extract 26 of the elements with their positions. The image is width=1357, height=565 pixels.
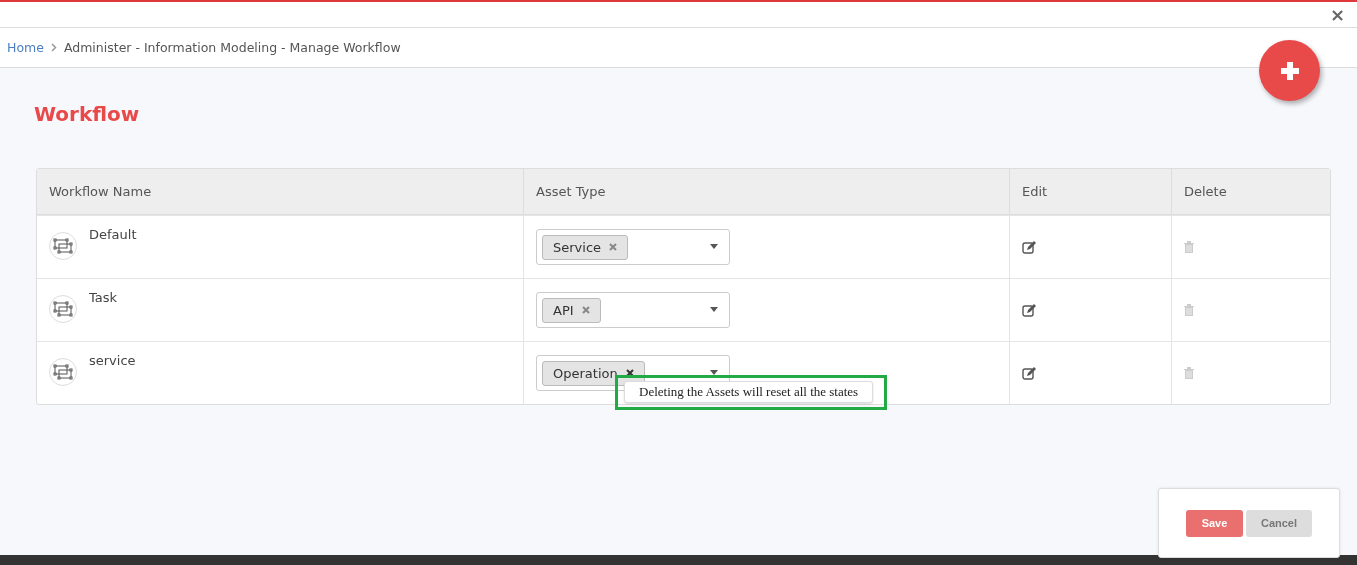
asset-tag: Operation (542, 360, 645, 386)
page-title: Workflow (34, 102, 141, 126)
tooltip: Deleting the Assets will reset all the states (624, 381, 874, 403)
chevron-icon (50, 43, 57, 52)
asset-tag: Service (542, 234, 629, 260)
asset-type-select[interactable]: Service (536, 229, 730, 265)
column-header: Asset Type (523, 169, 1009, 214)
asset-tag: API (542, 297, 601, 323)
breadcrumb-path: Administer - Information Modeling - Manage Workflow (63, 40, 401, 55)
column-header: Delete (1171, 169, 1330, 214)
home-link[interactable]: Home (7, 40, 44, 55)
workflow-name: service (89, 353, 136, 368)
edit-icon[interactable] (1022, 303, 1036, 317)
column-header: Workflow Name (48, 183, 153, 201)
caret-icon (710, 307, 718, 312)
edit-icon[interactable] (1022, 366, 1036, 380)
workflow-name: Default (89, 227, 137, 242)
column-header: Edit (1009, 169, 1171, 214)
caret-icon (710, 244, 718, 249)
plus-icon (1279, 60, 1300, 81)
caret-icon (710, 370, 718, 375)
edit-icon[interactable] (1022, 240, 1036, 254)
asset-type-select[interactable]: API (536, 292, 730, 328)
workflow-name: Task (89, 290, 118, 305)
close-button[interactable]: × (1329, 5, 1345, 24)
remove-icon[interactable] (625, 369, 634, 377)
